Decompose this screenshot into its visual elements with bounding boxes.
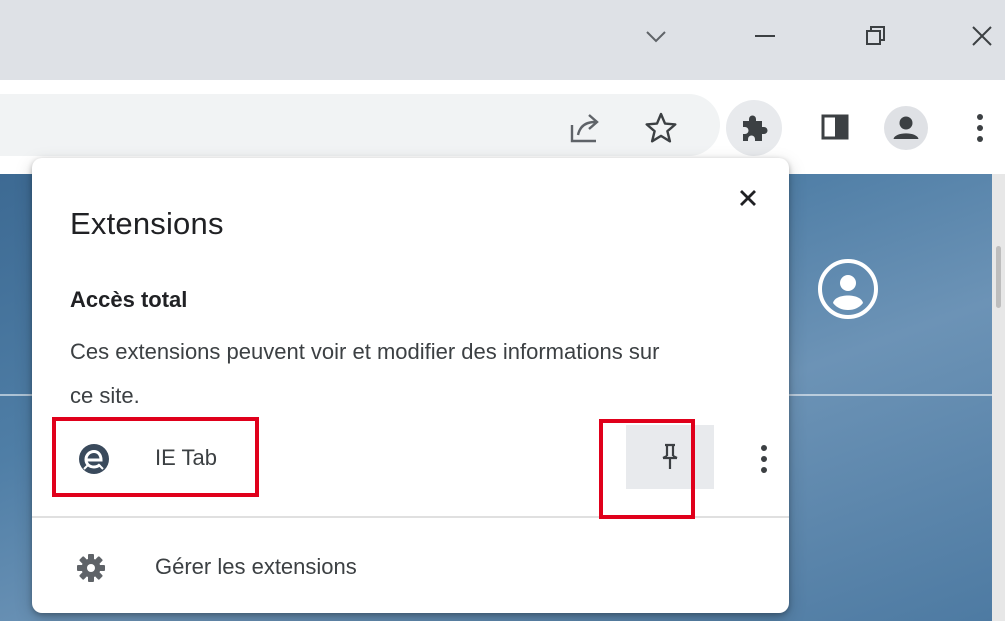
profile-icon [884, 106, 928, 150]
browser-window: Extensions Accès total Ces extensions pe… [0, 0, 1005, 621]
extension-row: IE Tab [56, 425, 767, 491]
kebab-menu-icon [761, 445, 767, 473]
account-icon[interactable] [816, 257, 880, 321]
share-icon [570, 114, 599, 143]
section-heading: Accès total [70, 287, 188, 312]
popup-title: Extensions [70, 206, 224, 241]
minimize-button[interactable] [737, 10, 793, 62]
kebab-menu-icon [977, 114, 983, 142]
manage-extensions-item[interactable]: Gérer les extensions [32, 520, 789, 610]
ie-tab-logo-icon [79, 444, 109, 474]
extension-name: IE Tab [155, 445, 217, 470]
browser-menu-button[interactable] [960, 104, 1000, 152]
extension-item-ie-tab[interactable]: IE Tab [56, 425, 256, 491]
popup-divider [32, 516, 789, 518]
chevron-down-icon [646, 31, 666, 43]
close-icon [972, 26, 992, 46]
scrollbar[interactable] [992, 174, 1005, 621]
gear-icon [77, 554, 105, 582]
title-bar [0, 0, 1005, 80]
restore-button[interactable] [847, 10, 903, 62]
extensions-button[interactable] [726, 100, 782, 156]
address-bar[interactable] [0, 94, 720, 156]
manage-extensions-label: Gérer les extensions [155, 554, 357, 579]
minimize-icon [755, 35, 775, 37]
pin-icon [662, 443, 678, 469]
close-icon [740, 190, 756, 206]
pin-extension-button[interactable] [626, 425, 714, 489]
profile-button[interactable] [880, 102, 932, 154]
share-button[interactable] [560, 106, 612, 150]
bookmark-button[interactable] [636, 104, 686, 152]
extensions-popup: Extensions Accès total Ces extensions pe… [32, 158, 789, 613]
scrollbar-thumb[interactable] [996, 246, 1001, 308]
window-close-button[interactable] [954, 10, 1005, 62]
extension-more-button[interactable] [742, 437, 786, 481]
side-panel-button[interactable] [810, 102, 860, 152]
popup-close-button[interactable] [726, 176, 770, 220]
bookmark-star-icon [645, 112, 677, 143]
section-description: Ces extensions peuvent voir et modifier … [70, 339, 660, 408]
puzzle-icon [743, 115, 768, 141]
tab-search-button[interactable] [628, 10, 684, 62]
restore-icon [866, 26, 885, 45]
side-panel-icon [821, 114, 849, 140]
